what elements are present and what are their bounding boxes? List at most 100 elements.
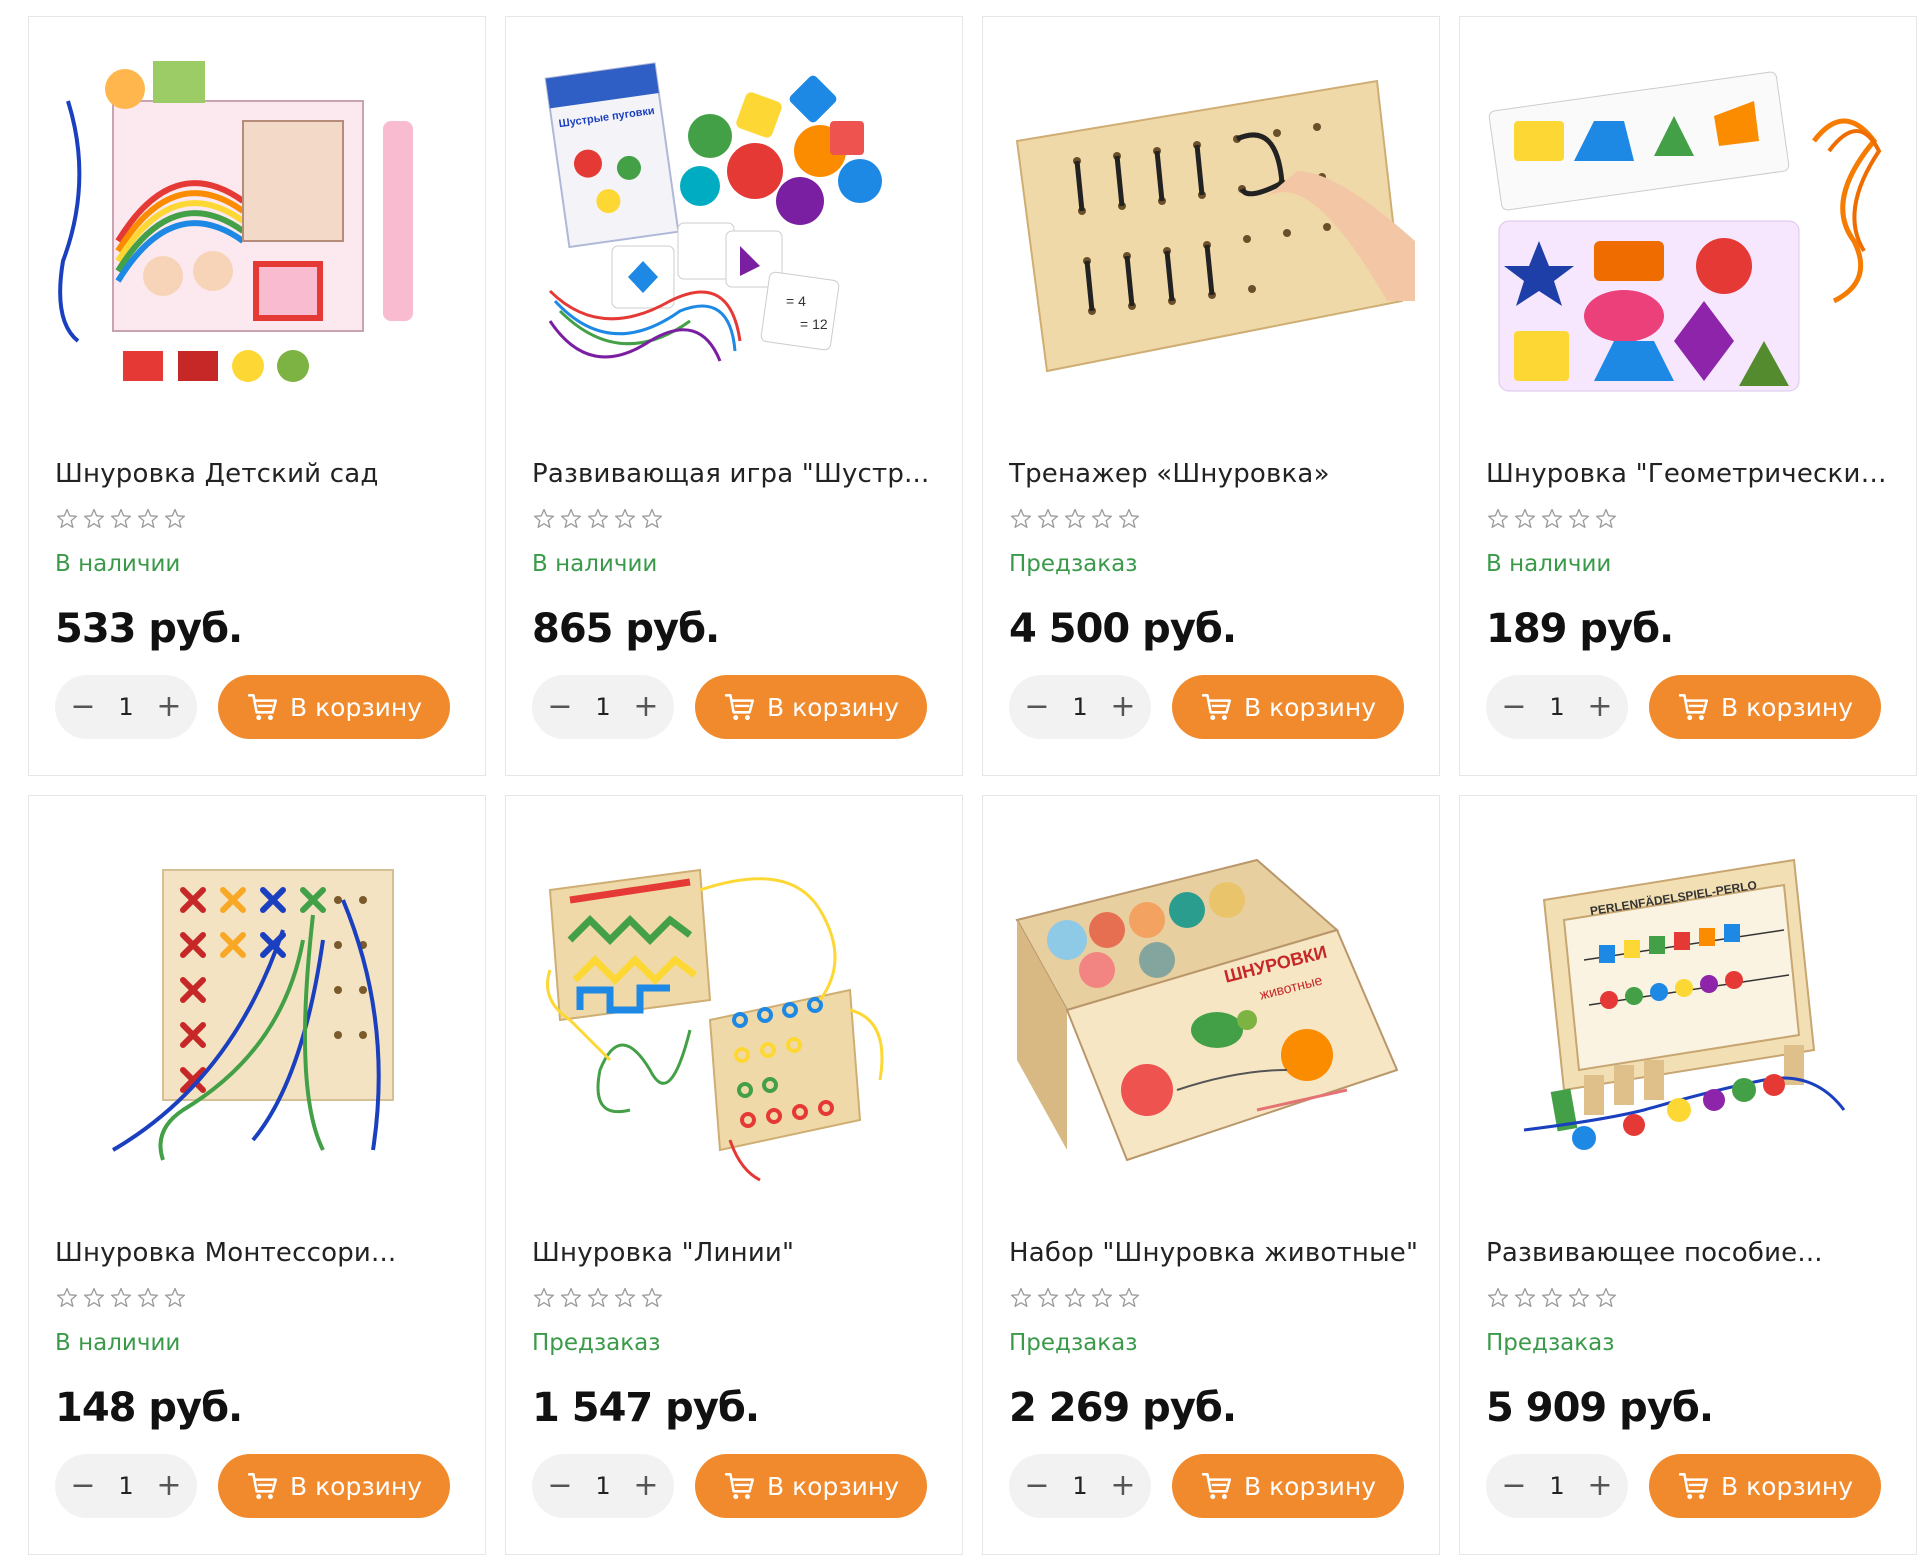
quantity-stepper: − 1 + bbox=[532, 1454, 674, 1518]
increase-quantity-button[interactable]: + bbox=[1107, 691, 1139, 723]
product-card[interactable]: Шнуровка Монтессори... В наличии 148 руб… bbox=[28, 795, 486, 1555]
decrease-quantity-button[interactable]: − bbox=[67, 691, 99, 723]
add-to-cart-button[interactable]: В корзину bbox=[218, 675, 450, 739]
product-title[interactable]: Развивающая игра "Шустр... bbox=[532, 457, 942, 491]
cart-icon bbox=[246, 1469, 280, 1503]
availability-status: В наличии bbox=[532, 551, 658, 577]
star-icon bbox=[109, 507, 133, 531]
quantity-value[interactable]: 1 bbox=[111, 693, 141, 721]
star-icon bbox=[55, 1286, 79, 1310]
increase-quantity-button[interactable]: + bbox=[630, 691, 662, 723]
product-card[interactable]: Шнуровка Детский сад В наличии 533 руб. … bbox=[28, 16, 486, 776]
star-icon bbox=[1594, 1286, 1618, 1310]
star-icon bbox=[82, 507, 106, 531]
add-to-cart-button[interactable]: В корзину bbox=[695, 675, 927, 739]
decrease-quantity-button[interactable]: − bbox=[1498, 691, 1530, 723]
product-price: 4 500 руб. bbox=[1009, 606, 1237, 652]
star-icon bbox=[1036, 507, 1060, 531]
star-icon bbox=[613, 1286, 637, 1310]
add-to-cart-button[interactable]: В корзину bbox=[1649, 675, 1881, 739]
beads-lacing-aid-image: PERLENFÄDELSPIEL-PERLO bbox=[1523, 858, 1846, 1150]
star-icon bbox=[82, 1286, 106, 1310]
star-icon bbox=[532, 1286, 556, 1310]
add-to-cart-label: В корзину bbox=[1720, 1471, 1854, 1501]
product-card[interactable]: Шнуровка "Геометрические... В наличии 18… bbox=[1459, 16, 1917, 776]
product-card[interactable]: Шнуровка "Линии" Предзаказ 1 547 руб. − … bbox=[505, 795, 963, 1555]
product-image[interactable] bbox=[1007, 41, 1415, 421]
decrease-quantity-button[interactable]: − bbox=[544, 691, 576, 723]
quantity-value[interactable]: 1 bbox=[1542, 1472, 1572, 1500]
star-icon bbox=[136, 507, 160, 531]
quantity-stepper: − 1 + bbox=[55, 675, 197, 739]
decrease-quantity-button[interactable]: − bbox=[67, 1470, 99, 1502]
cart-icon bbox=[1677, 690, 1711, 724]
star-icon bbox=[163, 1286, 187, 1310]
quantity-value[interactable]: 1 bbox=[1542, 693, 1572, 721]
product-title[interactable]: Развивающее пособие... bbox=[1486, 1236, 1896, 1270]
increase-quantity-button[interactable]: + bbox=[1584, 691, 1616, 723]
decrease-quantity-button[interactable]: − bbox=[1021, 691, 1053, 723]
add-to-cart-button[interactable]: В корзину bbox=[1172, 675, 1404, 739]
quantity-value[interactable]: 1 bbox=[588, 693, 618, 721]
decrease-quantity-button[interactable]: − bbox=[544, 1470, 576, 1502]
product-price: 533 руб. bbox=[55, 606, 243, 652]
star-icon bbox=[1117, 1286, 1141, 1310]
add-to-cart-button[interactable]: В корзину bbox=[1649, 1454, 1881, 1518]
product-image[interactable]: ШНУРОВКИ животные bbox=[1007, 820, 1415, 1200]
increase-quantity-button[interactable]: + bbox=[1584, 1470, 1616, 1502]
increase-quantity-button[interactable]: + bbox=[153, 691, 185, 723]
star-icon bbox=[1090, 507, 1114, 531]
product-title[interactable]: Шнуровка Монтессори... bbox=[55, 1236, 465, 1270]
increase-quantity-button[interactable]: + bbox=[1107, 1470, 1139, 1502]
increase-quantity-button[interactable]: + bbox=[630, 1470, 662, 1502]
product-image[interactable] bbox=[530, 820, 938, 1200]
increase-quantity-button[interactable]: + bbox=[153, 1470, 185, 1502]
add-to-cart-label: В корзину bbox=[289, 1471, 423, 1501]
add-to-cart-button[interactable]: В корзину bbox=[695, 1454, 927, 1518]
quantity-value[interactable]: 1 bbox=[111, 1472, 141, 1500]
quantity-value[interactable]: 1 bbox=[1065, 1472, 1095, 1500]
star-icon bbox=[586, 1286, 610, 1310]
product-title[interactable]: Шнуровка "Линии" bbox=[532, 1236, 942, 1270]
quantity-stepper: − 1 + bbox=[1009, 1454, 1151, 1518]
decrease-quantity-button[interactable]: − bbox=[1021, 1470, 1053, 1502]
product-image[interactable] bbox=[53, 820, 461, 1200]
star-icon bbox=[559, 1286, 583, 1310]
product-title[interactable]: Шнуровка Детский сад bbox=[55, 457, 465, 491]
star-icon bbox=[1486, 1286, 1510, 1310]
lacing-kindergarten-image bbox=[58, 61, 413, 382]
quantity-value[interactable]: 1 bbox=[1065, 693, 1095, 721]
decrease-quantity-button[interactable]: − bbox=[1498, 1470, 1530, 1502]
quantity-value[interactable]: 1 bbox=[588, 1472, 618, 1500]
geometric-lacing-image bbox=[1488, 71, 1882, 392]
availability-status: Предзаказ bbox=[1009, 551, 1138, 577]
cart-icon bbox=[1677, 1469, 1711, 1503]
star-icon bbox=[640, 507, 664, 531]
quantity-stepper: − 1 + bbox=[55, 1454, 197, 1518]
quantity-stepper: − 1 + bbox=[1486, 675, 1628, 739]
card-text: = 12 bbox=[800, 316, 828, 332]
product-image[interactable]: PERLENFÄDELSPIEL-PERLO bbox=[1484, 820, 1892, 1200]
star-icon bbox=[532, 507, 556, 531]
product-card[interactable]: ШНУРОВКИ животные Набор "Шнуровка животн… bbox=[982, 795, 1440, 1555]
product-image[interactable] bbox=[1484, 41, 1892, 421]
star-icon bbox=[559, 507, 583, 531]
product-card[interactable]: PERLENFÄDELSPIEL-PERLO Развивающее пособ… bbox=[1459, 795, 1917, 1555]
add-to-cart-button[interactable]: В корзину bbox=[218, 1454, 450, 1518]
star-icon bbox=[163, 507, 187, 531]
product-image[interactable]: Шустрые пуговки = 4 = 12 bbox=[530, 41, 938, 421]
star-icon bbox=[1513, 1286, 1537, 1310]
product-card[interactable]: Тренажер «Шнуровка» Предзаказ 4 500 руб.… bbox=[982, 16, 1440, 776]
product-image[interactable] bbox=[53, 41, 461, 421]
product-title[interactable]: Шнуровка "Геометрические... bbox=[1486, 457, 1896, 491]
rating-stars bbox=[1486, 1286, 1618, 1314]
star-icon bbox=[1486, 507, 1510, 531]
product-card[interactable]: Шустрые пуговки = 4 = 12 Развивающая игр… bbox=[505, 16, 963, 776]
star-icon bbox=[1567, 507, 1591, 531]
product-title[interactable]: Тренажер «Шнуровка» bbox=[1009, 457, 1419, 491]
rating-stars bbox=[532, 507, 664, 535]
add-to-cart-button[interactable]: В корзину bbox=[1172, 1454, 1404, 1518]
rating-stars bbox=[55, 507, 187, 535]
product-title[interactable]: Набор "Шнуровка животные" bbox=[1009, 1236, 1419, 1270]
add-to-cart-label: В корзину bbox=[289, 692, 423, 722]
